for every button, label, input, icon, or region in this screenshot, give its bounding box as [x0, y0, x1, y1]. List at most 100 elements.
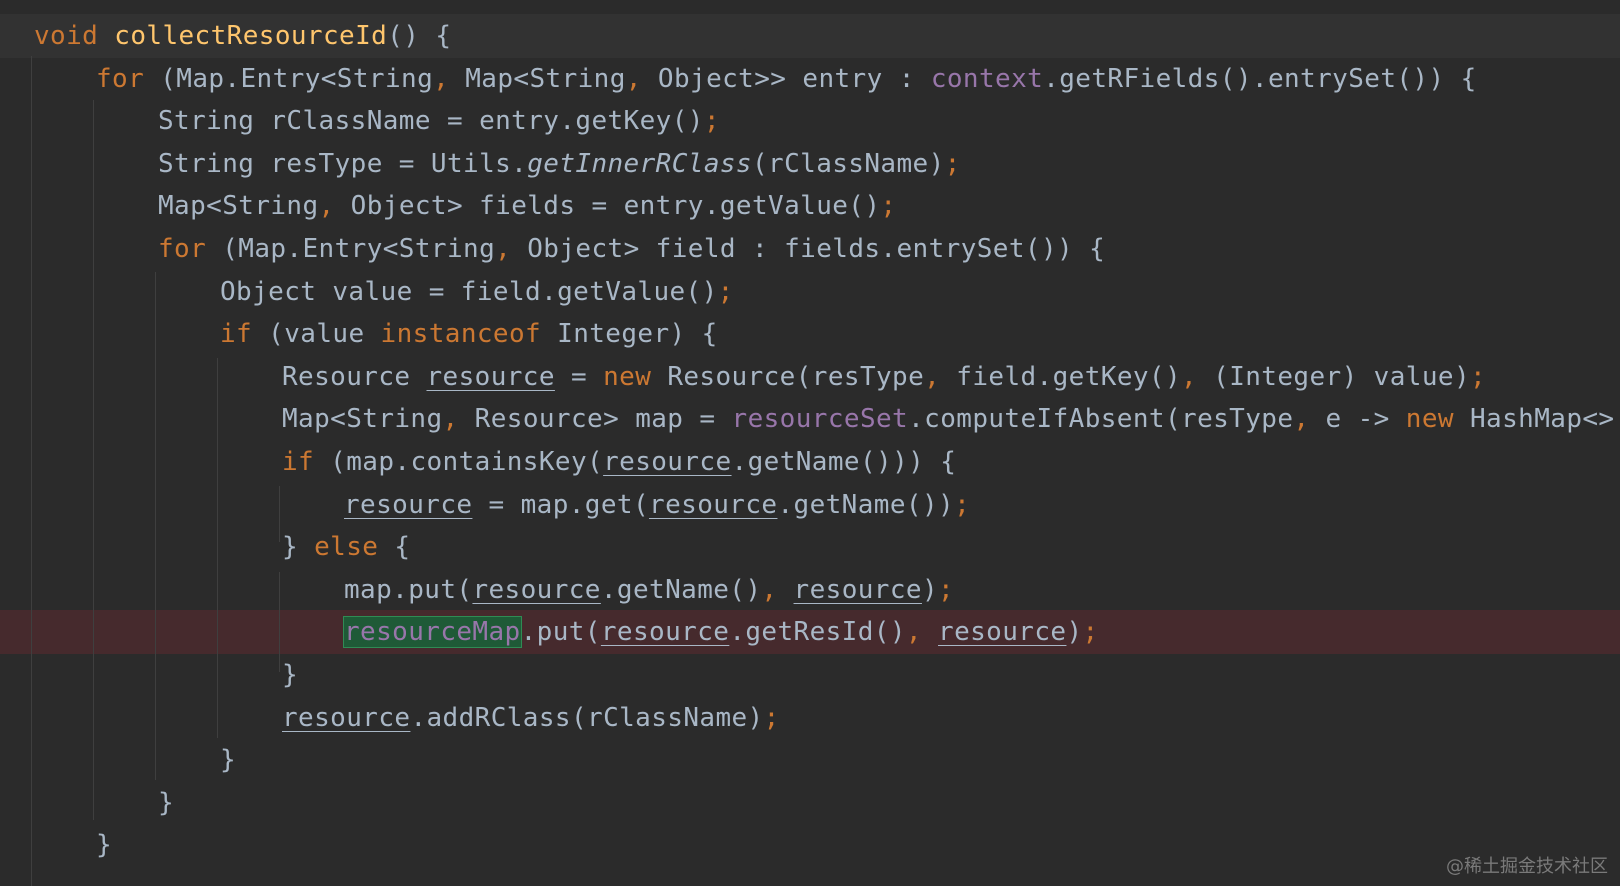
code-token: new	[1405, 404, 1470, 435]
code-line[interactable]: Map<String, Resource> map = resourceSet.…	[0, 397, 1620, 441]
code-token: Resource	[282, 361, 427, 392]
code-token: (Map.Entry<String	[160, 63, 434, 94]
code-token: resource	[282, 702, 411, 733]
code-text: resource = map.get(resource.getName());	[344, 483, 970, 527]
code-text: Map<String, Object> fields = entry.getVa…	[158, 184, 896, 228]
code-line[interactable]: if (value instanceof Integer) {	[0, 312, 1620, 356]
code-editor[interactable]: }}} resource.addRClass(rClassName);} resou…	[0, 0, 1620, 886]
code-line[interactable]: }	[0, 738, 1620, 782]
code-token: for	[158, 234, 223, 264]
code-text: Map<String, Resource> map = resourceSet.…	[282, 397, 1614, 441]
code-token: resource	[426, 361, 555, 392]
code-line[interactable]: }	[0, 653, 1620, 697]
code-text: for (Map.Entry<String, Map<String, Objec…	[96, 57, 1477, 101]
code-token: .getName())	[777, 489, 955, 520]
code-token: if	[282, 447, 331, 477]
code-text: if (value instanceof Integer) {	[220, 312, 718, 356]
code-token: resourceSet	[731, 404, 909, 435]
code-line[interactable]: void collectResourceId() {	[0, 14, 1620, 58]
code-line[interactable]: Map<String, Object> fields = entry.getVa…	[0, 184, 1620, 228]
indent-guide	[217, 358, 218, 738]
code-line[interactable]: resource.addRClass(rClassName);	[0, 696, 1620, 740]
code-token: resource	[600, 617, 730, 648]
code-token: Object value = field.getValue()	[220, 276, 718, 307]
code-token: Map<String	[465, 63, 626, 94]
code-token: getInnerRClass	[527, 148, 752, 179]
indent-guide	[31, 56, 32, 886]
code-token: collectResourceId	[114, 21, 388, 51]
code-token: .put(	[520, 617, 601, 648]
code-token: (Map.Entry<String	[222, 234, 496, 264]
code-text: }	[96, 823, 112, 867]
code-token: Object> fields = entry.getValue()	[350, 191, 881, 222]
code-token: .getName()	[600, 574, 762, 605]
code-line[interactable]: Object value = field.getValue();	[0, 270, 1620, 314]
code-token: resourceMap	[343, 616, 522, 649]
code-line[interactable]: resource = map.get(resource.getName());	[0, 483, 1620, 527]
code-token: map.put(	[344, 574, 473, 605]
watermark: @稀土掘金技术社区	[1446, 856, 1608, 877]
code-token: e ->	[1325, 404, 1406, 435]
code-token: ,	[625, 63, 658, 94]
code-token: (rClassName)	[751, 148, 945, 179]
code-token: ,	[318, 191, 351, 222]
code-token: resource	[344, 489, 473, 520]
code-token: )	[1066, 617, 1083, 648]
code-token: Integer) {	[557, 319, 718, 350]
indent-guide	[93, 100, 94, 820]
code-token: resource	[472, 574, 601, 605]
code-text: if (map.containsKey(resource.getName()))…	[282, 440, 956, 484]
code-text: }	[158, 781, 174, 825]
code-token: }	[158, 787, 175, 818]
code-line[interactable]: }	[0, 781, 1620, 825]
code-token: instanceof	[380, 319, 558, 350]
code-line[interactable]: map.put(resource.getName(), resource);	[0, 568, 1620, 612]
code-line[interactable]: }	[0, 823, 1620, 867]
code-text: }	[220, 738, 236, 782]
code-token: ,	[761, 574, 794, 605]
code-token: ,	[1293, 404, 1326, 435]
code-token: ;	[763, 702, 780, 733]
code-text: for (Map.Entry<String, Object> field : f…	[158, 227, 1105, 271]
code-token: (value	[268, 319, 381, 350]
code-token: ;	[1082, 617, 1099, 648]
code-text: resourceMap.put(resource.getResId(), res…	[343, 610, 1099, 654]
code-token: Resource(resType	[667, 361, 925, 392]
code-token: resource	[793, 574, 922, 605]
code-token: ;	[717, 276, 734, 307]
code-text: void collectResourceId() {	[34, 14, 451, 58]
code-line[interactable]: String resType = Utils.getInnerRClass(rC…	[0, 142, 1620, 186]
code-text: Resource resource = new Resource(resType…	[282, 355, 1486, 399]
code-token: ,	[442, 404, 475, 435]
code-token: resource	[938, 617, 1067, 648]
code-token: .addRClass(rClassName)	[410, 702, 764, 733]
code-token: .getRFields().entrySet()) {	[1043, 63, 1477, 94]
code-text: } else {	[282, 525, 410, 569]
code-token: else	[314, 532, 395, 563]
code-token: = map.get(	[472, 489, 650, 520]
code-token: ,	[495, 234, 528, 264]
code-line[interactable]: } else {	[0, 525, 1620, 569]
code-line[interactable]: if (map.containsKey(resource.getName()))…	[0, 440, 1620, 484]
code-token: (Integer) value)	[1213, 361, 1470, 392]
code-token: .computeIfAbsent(resType	[908, 404, 1294, 435]
code-token: }	[96, 830, 113, 861]
code-token: HashMap<>	[1470, 404, 1615, 435]
code-line[interactable]: Resource resource = new Resource(resType…	[0, 355, 1620, 399]
code-token: .getResId()	[729, 617, 906, 648]
code-token: )	[921, 574, 939, 605]
code-token: ;	[944, 148, 961, 179]
code-text: Object value = field.getValue();	[220, 270, 734, 314]
code-text: }	[282, 653, 298, 697]
code-line[interactable]: for (Map.Entry<String, Object> field : f…	[0, 227, 1620, 271]
code-token: Map<String	[158, 191, 319, 222]
code-token: String resType = Utils.	[158, 148, 528, 179]
code-line[interactable]: resourceMap.put(resource.getResId(), res…	[0, 610, 1620, 655]
code-token: ,	[905, 617, 939, 648]
code-token: ;	[954, 489, 971, 520]
code-token: {	[394, 532, 411, 563]
code-token: ,	[433, 63, 466, 94]
code-line[interactable]: String rClassName = entry.getKey();	[0, 99, 1620, 143]
code-line[interactable]: for (Map.Entry<String, Map<String, Objec…	[0, 57, 1620, 101]
code-token: Object> field : fields.entrySet()) {	[527, 234, 1106, 264]
